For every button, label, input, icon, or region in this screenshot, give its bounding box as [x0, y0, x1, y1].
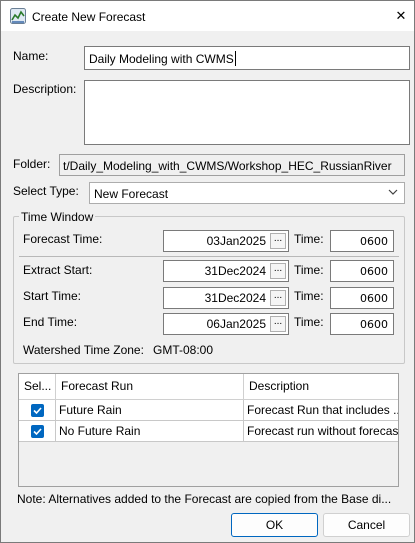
- timezone-value: GMT-08:00: [153, 343, 214, 357]
- table-row[interactable]: Future Rain Forecast Run that includes .…: [19, 400, 398, 421]
- start-date-picker-button[interactable]: ...: [270, 290, 286, 306]
- forecast-runs-table: Sel... Forecast Run Description Future R…: [18, 373, 399, 487]
- create-new-forecast-dialog: Create New Forecast ✕ Name: Daily Modeli…: [0, 0, 415, 543]
- extract-start-time-input[interactable]: 0600: [330, 260, 394, 282]
- select-type-value: New Forecast: [94, 187, 169, 201]
- forecast-date-input[interactable]: 03Jan2025 ...: [163, 230, 289, 252]
- text-caret: [235, 51, 236, 66]
- end-time-of-day-label: Time:: [294, 315, 324, 329]
- extract-start-date-input[interactable]: 31Dec2024 ...: [163, 260, 289, 282]
- description-cell[interactable]: Forecast Run that includes ...: [244, 400, 398, 421]
- forecast-app-icon: [10, 8, 26, 24]
- start-time-input[interactable]: 0600: [330, 287, 394, 309]
- row-select-cell[interactable]: [19, 400, 56, 421]
- time-window-title: Time Window: [19, 210, 96, 224]
- forecast-time-value: 0600: [360, 235, 388, 248]
- forecast-date-picker-button[interactable]: ...: [270, 233, 286, 249]
- description-textarea[interactable]: [84, 80, 410, 145]
- title-bar[interactable]: Create New Forecast ✕: [1, 1, 414, 31]
- forecast-time-input[interactable]: 0600: [330, 230, 394, 252]
- folder-value: t/Daily_Modeling_with_CWMS/Workshop_HEC_…: [63, 159, 392, 173]
- row-select-cell[interactable]: [19, 421, 56, 442]
- select-type-label: Select Type:: [13, 184, 79, 198]
- row-checkbox[interactable]: [31, 425, 44, 438]
- end-time-input[interactable]: 0600: [330, 313, 394, 335]
- folder-field: t/Daily_Modeling_with_CWMS/Workshop_HEC_…: [59, 154, 405, 176]
- description-cell[interactable]: Forecast run without forecast...: [244, 421, 398, 442]
- end-date-input[interactable]: 06Jan2025 ...: [163, 313, 289, 335]
- close-icon: ✕: [395, 8, 407, 23]
- start-time-label: Start Time:: [23, 289, 82, 303]
- chevron-down-icon: [388, 189, 398, 195]
- table-header: Sel... Forecast Run Description: [19, 374, 398, 400]
- window-title: Create New Forecast: [32, 10, 146, 24]
- forecast-run-cell[interactable]: Future Rain: [56, 400, 244, 421]
- row-checkbox[interactable]: [31, 404, 44, 417]
- start-date-value: 31Dec2024: [204, 291, 266, 305]
- extract-start-time-value: 0600: [360, 265, 388, 278]
- column-header-description[interactable]: Description: [244, 374, 398, 399]
- forecast-time-label: Forecast Time:: [23, 232, 103, 246]
- timezone-label: Watershed Time Zone:: [23, 343, 144, 357]
- name-input[interactable]: Daily Modeling with CWMS: [84, 46, 410, 70]
- extract-start-date-value: 31Dec2024: [204, 264, 266, 278]
- start-date-input[interactable]: 31Dec2024 ...: [163, 287, 289, 309]
- extract-start-time-label: Time:: [294, 263, 324, 277]
- start-time-value: 0600: [360, 292, 388, 305]
- forecast-time-of-day-label: Time:: [294, 232, 324, 246]
- table-row[interactable]: No Future Rain Forecast run without fore…: [19, 421, 398, 442]
- forecast-run-cell[interactable]: No Future Rain: [56, 421, 244, 442]
- cancel-button[interactable]: Cancel: [323, 513, 410, 537]
- start-time-of-day-label: Time:: [294, 289, 324, 303]
- column-header-selected[interactable]: Sel...: [19, 374, 56, 399]
- end-time-label: End Time:: [23, 315, 78, 329]
- checkmark-icon: [33, 428, 42, 436]
- forecast-date-value: 03Jan2025: [206, 234, 266, 248]
- time-window-divider: [19, 256, 399, 257]
- extract-start-label: Extract Start:: [23, 263, 93, 277]
- description-label: Description:: [13, 82, 77, 96]
- extract-start-picker-button[interactable]: ...: [270, 263, 286, 279]
- column-header-forecast-run[interactable]: Forecast Run: [56, 374, 244, 399]
- name-label: Name:: [13, 49, 49, 63]
- end-time-value: 0600: [360, 318, 388, 331]
- select-type-dropdown[interactable]: New Forecast: [89, 182, 405, 204]
- end-date-picker-button[interactable]: ...: [270, 316, 286, 332]
- ok-button[interactable]: OK: [231, 513, 318, 537]
- end-date-value: 06Jan2025: [206, 317, 266, 331]
- folder-label: Folder:: [13, 157, 51, 171]
- checkmark-icon: [33, 407, 42, 415]
- name-input-value: Daily Modeling with CWMS: [89, 52, 234, 66]
- note-text: Note: Alternatives added to the Forecast…: [17, 492, 392, 506]
- close-button[interactable]: ✕: [388, 1, 414, 31]
